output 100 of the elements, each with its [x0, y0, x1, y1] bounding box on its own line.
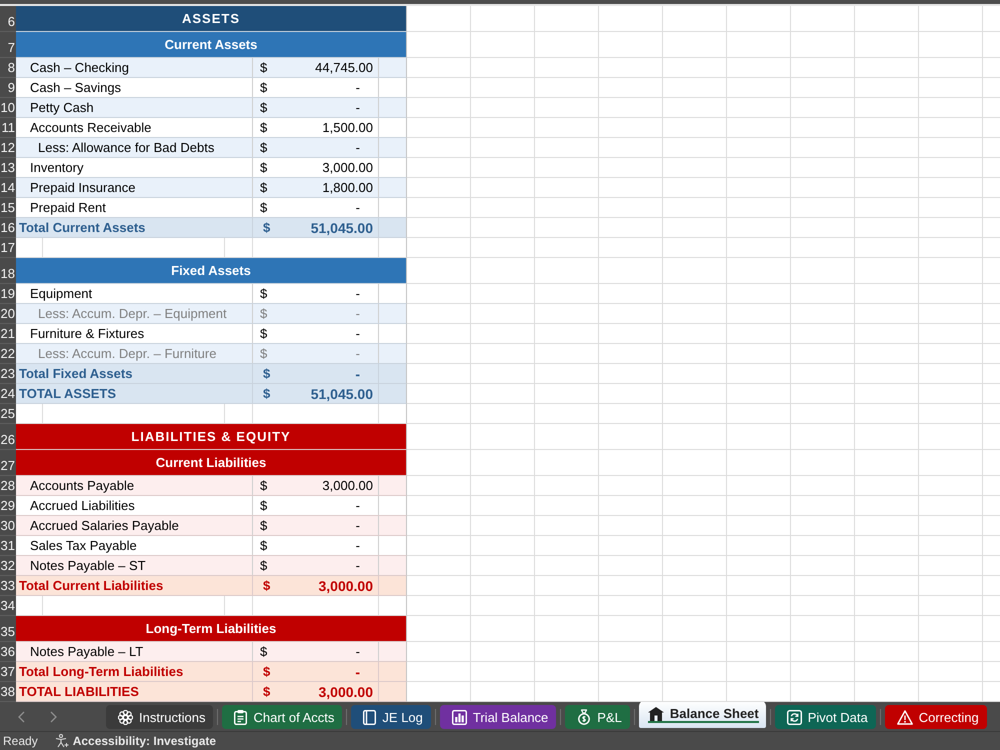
account-name: Less: Allowance for Bad Debts [38, 140, 214, 155]
account-name: Accounts Payable [30, 478, 134, 493]
currency-symbol: $ [263, 220, 270, 235]
row-number: 10 [0, 98, 16, 118]
row-number: 31 [0, 536, 16, 556]
account-name: Petty Cash [30, 100, 94, 115]
currency-symbol: $ [260, 346, 268, 361]
amount-value: 1,500.00 [322, 120, 373, 135]
row-number: 6 [0, 6, 16, 32]
row-number: 26 [0, 424, 16, 450]
sheet-tab[interactable]: Balance Sheet [638, 702, 766, 728]
row-number: 17 [0, 238, 16, 258]
currency-symbol: $ [260, 498, 268, 513]
currency-symbol: $ [260, 286, 268, 301]
row-number: 36 [0, 642, 16, 662]
sheet-tab[interactable]: Pivot Data [774, 705, 876, 729]
section-title: ASSETS [16, 6, 407, 32]
currency-symbol: $ [260, 644, 268, 659]
row-number: 19 [0, 284, 16, 304]
amount-value: - [356, 306, 360, 321]
currency-symbol: $ [260, 100, 268, 115]
sheet-tab[interactable]: Instructions [106, 705, 214, 729]
amount-value: - [356, 80, 360, 95]
house-icon [648, 706, 664, 720]
amount-value: - [356, 326, 360, 341]
sheet-tab[interactable]: Chart of Accts [222, 705, 342, 729]
row-number: 37 [0, 662, 16, 682]
currency-symbol: $ [263, 386, 270, 401]
clipboard-icon [234, 710, 248, 724]
row-number: 25 [0, 404, 16, 424]
amount-value: - [356, 100, 360, 115]
total-amount: 51,045.00 [310, 220, 373, 236]
total-amount: - [355, 366, 360, 382]
amount-value: - [356, 518, 360, 533]
amount-value: 3,000.00 [322, 160, 373, 175]
amount-value: - [356, 346, 360, 361]
amount-value: - [356, 498, 360, 513]
row-number: 23 [0, 364, 16, 384]
account-name: Notes Payable – LT [30, 644, 144, 659]
account-name: Accrued Liabilities [30, 498, 135, 513]
total-amount: 51,045.00 [310, 386, 373, 402]
account-name: Notes Payable – ST [30, 558, 146, 573]
currency-symbol: $ [260, 120, 268, 135]
amount-value: - [356, 644, 360, 659]
row-number: 16 [0, 218, 16, 238]
row-number: 30 [0, 516, 16, 536]
currency-symbol: $ [260, 180, 268, 195]
amount-value: - [356, 538, 360, 553]
status-text: Ready [3, 734, 38, 748]
currency-symbol: $ [263, 366, 270, 381]
row-number: 11 [0, 118, 16, 138]
account-name: Cash – Checking [30, 60, 129, 75]
sheet-tab[interactable]: Trial Balance [440, 705, 556, 729]
total-label: Total Current Liabilities [18, 578, 164, 593]
row-number: 9 [0, 78, 16, 98]
account-name: Cash – Savings [30, 80, 122, 95]
total-amount: 3,000.00 [318, 684, 373, 700]
row-number: 14 [0, 178, 16, 198]
account-name: Inventory [30, 160, 84, 175]
refresh-icon [786, 710, 802, 724]
sheet-tab[interactable]: P&L [565, 705, 630, 729]
account-name: Prepaid Insurance [30, 180, 136, 195]
currency-symbol: $ [263, 684, 270, 699]
currency-symbol: $ [260, 200, 268, 215]
total-label: TOTAL LIABILITIES [18, 684, 139, 699]
sheet-tab[interactable]: JE Log [351, 705, 431, 729]
accessibility-status[interactable]: Accessibility: Investigate [72, 734, 216, 748]
row-number: 12 [0, 138, 16, 158]
account-name: Accounts Receivable [30, 120, 152, 135]
total-label: Total Fixed Assets [18, 366, 132, 381]
warning-icon [896, 710, 913, 724]
bar-chart-icon [452, 710, 467, 724]
section-heading: Current Assets [16, 32, 407, 58]
section-heading: Long-Term Liabilities [16, 616, 407, 642]
accessibility-icon[interactable] [54, 734, 69, 748]
account-name: Equipment [30, 286, 92, 301]
currency-symbol: $ [260, 518, 268, 533]
row-number: 27 [0, 450, 16, 476]
currency-symbol: $ [260, 140, 268, 155]
row-number: 34 [0, 596, 16, 616]
account-name: Less: Accum. Depr. – Equipment [38, 306, 227, 321]
currency-symbol: $ [260, 160, 268, 175]
row-number: 35 [0, 616, 16, 642]
currency-symbol: $ [260, 478, 268, 493]
account-name: Sales Tax Payable [30, 538, 137, 553]
amount-value: - [356, 558, 360, 573]
chevron-right-icon[interactable] [50, 710, 57, 722]
account-name: Accrued Salaries Payable [30, 518, 179, 533]
account-name: Less: Accum. Depr. – Furniture [38, 346, 216, 361]
section-heading: Fixed Assets [16, 258, 407, 284]
amount-value: - [356, 140, 360, 155]
currency-symbol: $ [263, 664, 270, 679]
currency-symbol: $ [263, 578, 270, 593]
chevron-left-icon[interactable] [18, 710, 25, 722]
currency-symbol: $ [260, 80, 268, 95]
section-title: LIABILITIES & EQUITY [16, 424, 407, 450]
currency-symbol: $ [260, 326, 268, 341]
row-number: 32 [0, 556, 16, 576]
row-number: 13 [0, 158, 16, 178]
sheet-tab[interactable]: Correcting [884, 705, 987, 729]
